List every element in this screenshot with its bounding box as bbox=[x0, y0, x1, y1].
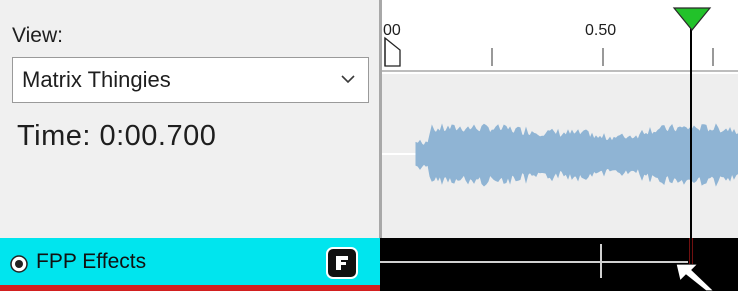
view-panel: View: Matrix Thingies Time: 0:00.700 bbox=[0, 0, 380, 238]
view-select[interactable]: Matrix Thingies bbox=[12, 57, 369, 103]
effects-f-button[interactable] bbox=[326, 247, 358, 279]
effects-row-label: FPP Effects bbox=[36, 250, 147, 273]
ruler-tick-label: 00 bbox=[383, 22, 401, 39]
sequencer-window: View: Matrix Thingies Time: 0:00.700 00 … bbox=[0, 0, 738, 291]
playhead-marker-icon[interactable] bbox=[672, 4, 712, 32]
effects-row-header[interactable]: FPP Effects bbox=[0, 238, 380, 291]
waveform-track[interactable] bbox=[382, 74, 738, 238]
playhead-line[interactable] bbox=[690, 16, 692, 266]
view-label: View: bbox=[12, 24, 63, 47]
start-marker-icon[interactable] bbox=[384, 36, 401, 67]
chevron-down-icon bbox=[341, 75, 355, 84]
radio-selected-icon[interactable] bbox=[9, 254, 29, 274]
effects-f-icon bbox=[336, 256, 348, 270]
view-select-value: Matrix Thingies bbox=[22, 67, 171, 92]
mouse-cursor-icon bbox=[676, 264, 715, 291]
ruler-tick-label: 0.50 bbox=[585, 22, 617, 39]
time-display: Time: 0:00.700 bbox=[17, 120, 217, 152]
audio-waveform bbox=[382, 123, 738, 187]
effects-row-underline bbox=[0, 285, 380, 291]
